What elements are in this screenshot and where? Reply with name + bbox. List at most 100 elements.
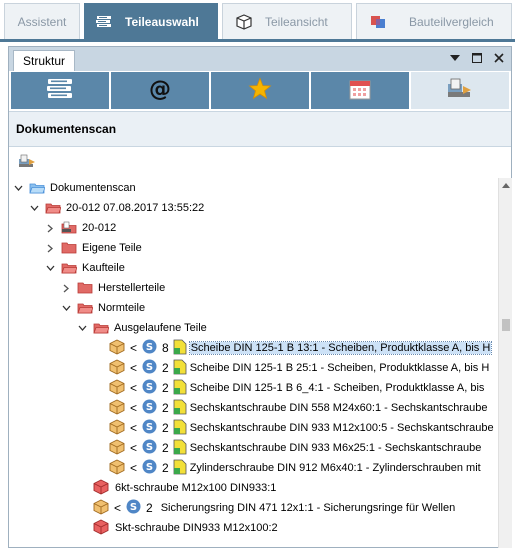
books-icon: [95, 14, 113, 30]
section-title: Dokumentenscan: [9, 111, 511, 147]
tab-struktur[interactable]: Struktur: [13, 50, 76, 71]
document-scan-view-button[interactable]: [411, 72, 509, 109]
lt-sign: <: [130, 441, 138, 455]
tab-teileansicht[interactable]: Teileansicht: [222, 3, 352, 39]
document-icon: [173, 459, 187, 478]
tree-node[interactable]: Normteile: [61, 298, 145, 318]
lt-sign: <: [130, 341, 138, 355]
folder-open-icon: [61, 261, 78, 275]
scroll-thumb[interactable]: [502, 319, 510, 331]
standard-icon: S: [142, 459, 157, 477]
part-label: Sicherungsring DIN 471 12x1:1 - Sicherun…: [160, 502, 456, 514]
chevron-right-icon[interactable]: [45, 243, 55, 253]
chevron-down-icon[interactable]: [45, 263, 55, 273]
chevron-right-icon[interactable]: [45, 223, 55, 233]
tree-label: Herstellerteile: [98, 282, 166, 294]
standard-icon: S: [142, 439, 157, 457]
email-view-button[interactable]: @: [111, 72, 209, 109]
part-label: Skt-schraube DIN933 M12x100:2: [115, 522, 278, 534]
tree-scrollbar[interactable]: [498, 178, 512, 548]
maximize-icon[interactable]: [469, 50, 485, 66]
part-label: Zylinderschraube DIN 912 M6x40:1 - Zylin…: [189, 462, 481, 474]
part-count: 2: [162, 461, 169, 475]
part-row[interactable]: < S 8 Scheibe DIN 125-1 B 13:1 - Scheibe…: [109, 338, 493, 358]
chevron-right-icon[interactable]: [61, 283, 71, 293]
chevron-down-icon[interactable]: [29, 203, 39, 213]
tree-node[interactable]: 20-012: [45, 218, 116, 238]
folder-icon: [61, 241, 77, 255]
tree-label: Eigene Teile: [82, 242, 142, 254]
svg-text:S: S: [146, 422, 153, 433]
tree-node[interactable]: Eigene Teile: [45, 238, 142, 258]
part-prefix: < S 2: [109, 438, 187, 458]
part-prefix: < S 2: [109, 378, 187, 398]
part-count: 2: [162, 401, 169, 415]
tree-node[interactable]: Dokumentenscan: [13, 178, 136, 198]
folder-open-icon: [93, 321, 110, 335]
chevron-down-icon[interactable]: [61, 303, 71, 313]
cube-icon: [109, 378, 125, 398]
tab-teileauswahl[interactable]: Teileauswahl: [84, 3, 218, 39]
cube-icon: [109, 358, 125, 378]
cube-icon: [109, 438, 125, 458]
tree-node[interactable]: 20-012 07.08.2017 13:55:22: [29, 198, 204, 218]
chevron-down-icon[interactable]: [447, 50, 463, 66]
part-row[interactable]: < S 2 Sechskantschraube DIN 933 M12x100:…: [109, 418, 494, 438]
tab-struktur-label: Struktur: [23, 54, 66, 68]
chevron-down-icon[interactable]: [13, 183, 23, 193]
part-row[interactable]: < S 2 Scheibe DIN 125-1 B 25:1 - Scheibe…: [109, 358, 489, 378]
calendar-icon: [348, 77, 372, 104]
tab-bauteilvergleich[interactable]: Bauteilvergleich: [356, 3, 512, 39]
svg-text:S: S: [146, 362, 153, 373]
document-scan-icon[interactable]: [18, 153, 36, 172]
part-row[interactable]: Skt-schraube DIN933 M12x100:2: [93, 518, 278, 538]
tree-label: Dokumentenscan: [50, 182, 136, 194]
favorites-view-button[interactable]: [211, 72, 309, 109]
standard-icon: S: [142, 339, 157, 357]
part-count: 2: [162, 361, 169, 375]
document-icon: [173, 399, 187, 418]
at-icon: @: [147, 76, 173, 105]
part-count: 2: [162, 441, 169, 455]
lt-sign: <: [130, 421, 138, 435]
part-row[interactable]: < S 2 Sechskantschraube DIN 558 M24x60:1…: [109, 398, 487, 418]
part-label: Sechskantschraube DIN 933 M12x100:5 - Se…: [189, 422, 494, 434]
part-label: Scheibe DIN 125-1 B 6_4:1 - Scheiben, Pr…: [189, 382, 485, 394]
panel-header: Struktur: [9, 47, 511, 71]
part-row[interactable]: < S 2 Zylinderschraube DIN 912 M6x40:1 -…: [109, 458, 481, 478]
cube-icon: [109, 418, 125, 438]
tree-node[interactable]: Herstellerteile: [61, 278, 165, 298]
chevron-down-icon[interactable]: [77, 323, 87, 333]
cube-icon: [93, 498, 109, 518]
cube-icon: [235, 13, 253, 30]
close-icon[interactable]: [491, 50, 507, 66]
catalog-view-button[interactable]: [11, 72, 109, 109]
books-icon: [45, 77, 75, 104]
compare-icon: [369, 14, 387, 30]
standard-icon: S: [142, 379, 157, 397]
standard-icon: S: [142, 359, 157, 377]
part-count: 8: [162, 341, 169, 355]
part-row[interactable]: < S 2 Scheibe DIN 125-1 B 6_4:1 - Scheib…: [109, 378, 484, 398]
part-row[interactable]: < S 2 Sicherungsring DIN 471 12x1:1 - Si…: [93, 498, 455, 518]
part-prefix: < S 2: [109, 358, 187, 378]
history-view-button[interactable]: [311, 72, 409, 109]
part-label: 6kt-schraube M12x100 DIN933:1: [115, 482, 277, 494]
tree-label: 20-012: [82, 222, 117, 234]
standard-icon: S: [142, 419, 157, 437]
part-prefix: < S 2: [109, 458, 187, 478]
svg-text:S: S: [130, 502, 137, 513]
part-row[interactable]: < S 2 Sechskantschraube DIN 933 M6x25:1 …: [109, 438, 481, 458]
top-tab-bar: Assistent Teileauswahl Teileansicht Baut…: [0, 0, 515, 40]
svg-text:S: S: [146, 382, 153, 393]
tab-assistent[interactable]: Assistent: [4, 3, 80, 39]
cube-icon: [109, 338, 125, 358]
tree-node[interactable]: Kaufteile: [45, 258, 125, 278]
scroll-up-icon[interactable]: [499, 178, 512, 192]
part-count: 2: [146, 501, 153, 515]
part-row[interactable]: 6kt-schraube M12x100 DIN933:1: [93, 478, 276, 498]
document-icon: [173, 439, 187, 458]
cube-red-icon: [93, 478, 109, 498]
tree-node[interactable]: Ausgelaufene Teile: [77, 318, 207, 338]
part-label: Scheibe DIN 125-1 B 13:1 - Scheiben, Pro…: [188, 341, 493, 355]
